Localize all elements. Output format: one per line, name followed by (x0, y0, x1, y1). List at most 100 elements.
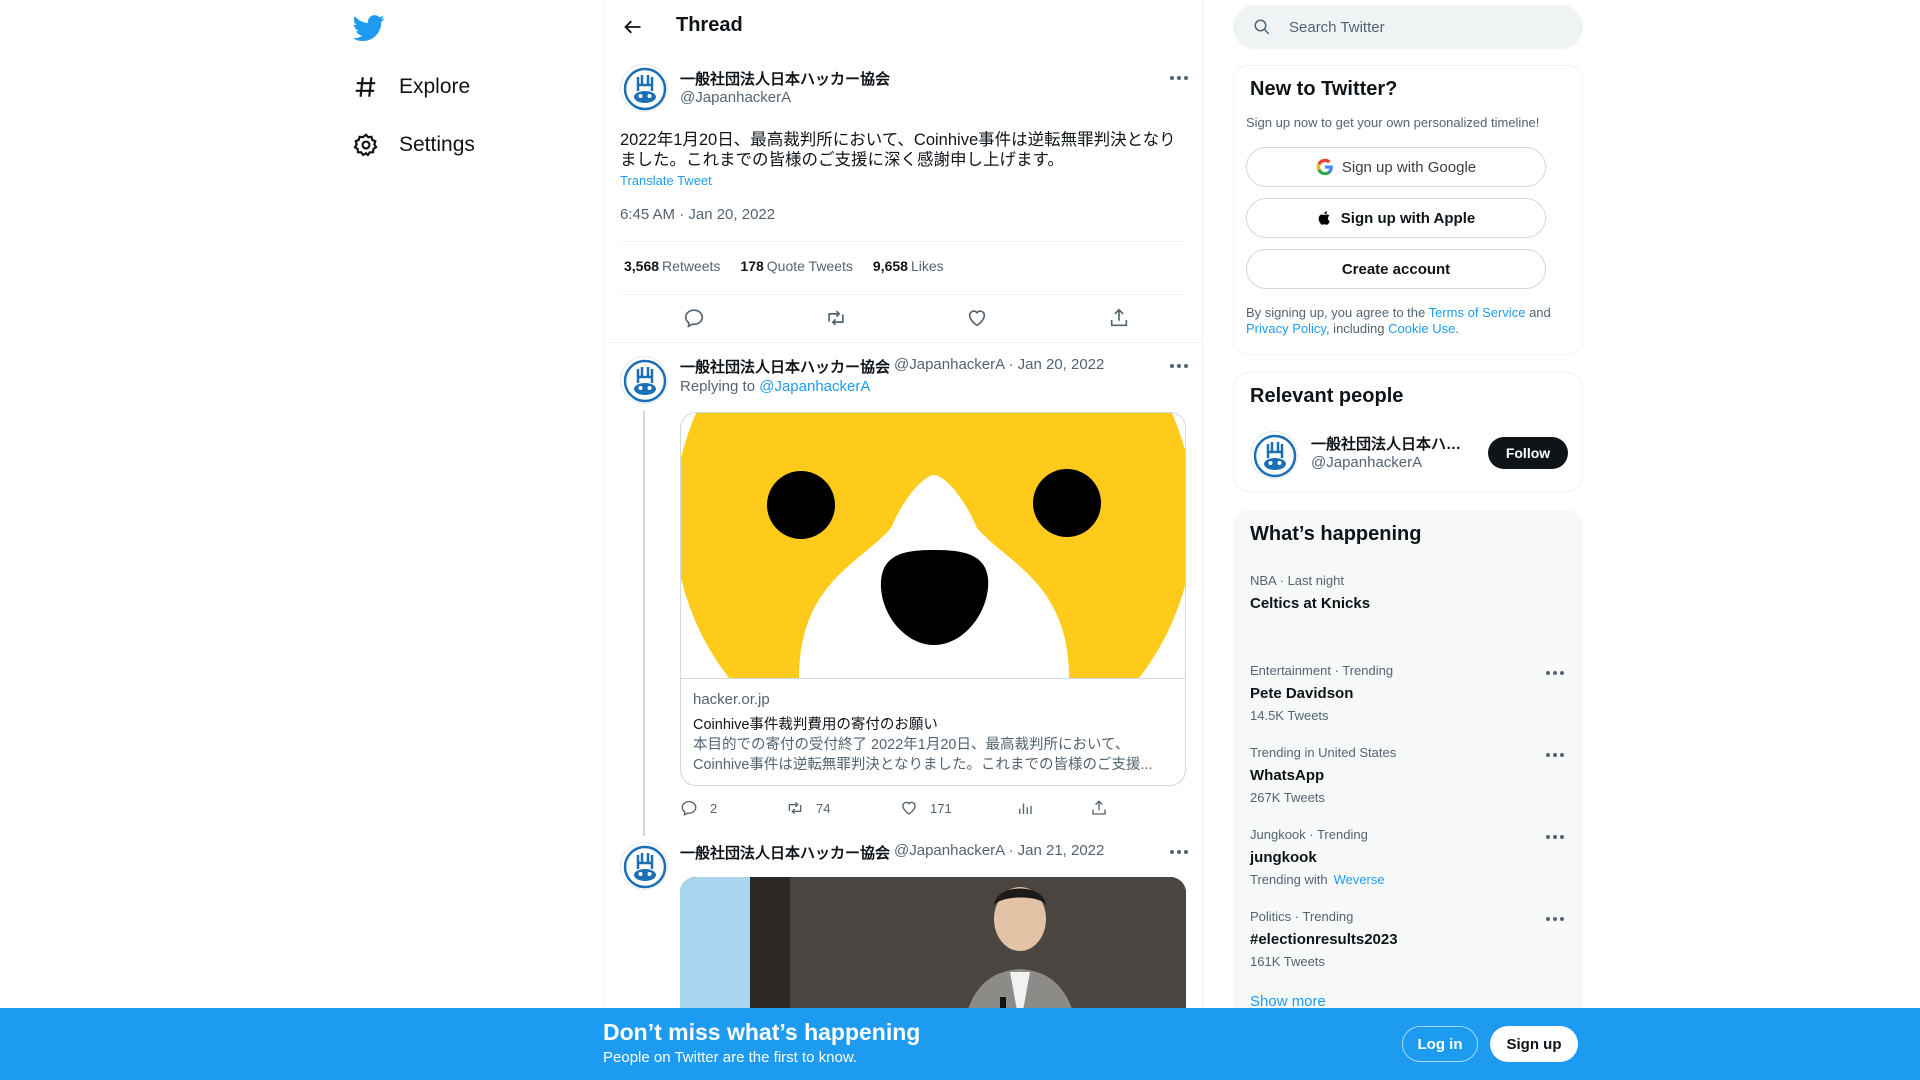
trend-item[interactable]: Trending in United States WhatsApp 267K … (1250, 745, 1570, 805)
divider (681, 678, 1185, 679)
google-icon (1316, 158, 1333, 176)
gear-icon (353, 133, 378, 157)
divider (620, 294, 1186, 295)
reply-button[interactable]: 2 (680, 798, 717, 818)
replying-to: Replying to @JapanhackerA (680, 378, 871, 395)
search-box[interactable] (1233, 5, 1583, 49)
tweet-timestamp[interactable]: 6:45 AM · Jan 20, 2022 (620, 206, 775, 223)
cookie-link[interactable]: Cookie Use (1388, 321, 1455, 336)
privacy-link[interactable]: Privacy Policy (1246, 321, 1326, 336)
reply-author-name[interactable]: 一般社団法人日本ハッカー協会 (680, 356, 890, 377)
like-heart-icon (902, 801, 916, 815)
trend-title: #electionresults2023 (1250, 931, 1398, 948)
trend-context: Politics · Trending (1250, 909, 1354, 924)
reply-count: 2 (710, 800, 718, 816)
nav-settings-label: Settings (399, 133, 475, 156)
analytics-icon[interactable] (1016, 798, 1046, 818)
avatar[interactable] (1250, 431, 1298, 479)
trend-title: Celtics at Knicks (1250, 595, 1371, 612)
nav-settings[interactable]: Settings (353, 125, 475, 165)
share-icon[interactable] (1107, 306, 1131, 330)
twitter-bird-icon[interactable] (352, 12, 385, 44)
share-icon[interactable] (1090, 798, 1120, 818)
hashtag-icon (355, 77, 376, 97)
more-options-icon[interactable] (1540, 663, 1570, 683)
like-button[interactable]: 171 (900, 798, 952, 818)
card-title: Coinhive事件裁判費用の寄付のお願い (693, 717, 938, 733)
retweet-count: 74 (816, 800, 831, 816)
quote-tweets-stat[interactable]: 178 Quote Tweets (740, 258, 853, 274)
search-icon (1254, 19, 1270, 35)
translate-tweet-link[interactable]: Translate Tweet (620, 173, 712, 188)
likes-stat[interactable]: 9,658 Likes (873, 258, 944, 274)
tweet-text: 2022年1月20日、最高裁判所において、Coinhive事件は逆転無罪判決とな… (620, 131, 1176, 169)
trend-item[interactable]: NBA · Last night Celtics at Knicks (1250, 573, 1570, 612)
trend-context: Entertainment · Trending (1250, 663, 1394, 678)
avatar[interactable] (620, 64, 668, 112)
divider (620, 241, 1186, 242)
thread-column: Thread 一般社団法人日本ハッカー協会 @JapanhackerA 2022… (603, 0, 1203, 1080)
more-options-icon[interactable] (1164, 68, 1194, 88)
trend-related-link[interactable]: Weverse (1334, 872, 1385, 887)
tweet-author-handle[interactable]: @JapanhackerA (680, 89, 791, 106)
divider (604, 342, 1202, 343)
trend-context: NBA · Last night (1250, 573, 1344, 588)
back-arrow-icon[interactable] (618, 12, 648, 42)
signup-banner: Don’t miss what’s happening People on Tw… (0, 1008, 1920, 1080)
trend-count: 267K Tweets (1250, 790, 1325, 805)
reply-icon[interactable] (682, 306, 706, 330)
whats-happening-panel: What’s happening NBA · Last night Celtic… (1233, 510, 1583, 1080)
whats-happening-title: What’s happening (1250, 523, 1422, 545)
terms-link[interactable]: Terms of Service (1429, 305, 1526, 320)
more-options-icon[interactable] (1164, 842, 1194, 862)
card-image (681, 413, 1185, 778)
person-handle[interactable]: @JapanhackerA (1311, 454, 1422, 471)
nav-explore-label: Explore (399, 75, 471, 98)
page-title: Thread (676, 14, 743, 36)
thread-header: Thread (604, 0, 1202, 53)
retweet-icon (788, 801, 802, 815)
trend-title: jungkook (1250, 849, 1317, 866)
retweet-icon[interactable] (824, 306, 848, 330)
reply-icon (681, 800, 697, 816)
signup-panel: New to Twitter? Sign up now to get your … (1233, 65, 1583, 355)
like-heart-icon[interactable] (965, 306, 989, 330)
more-options-icon[interactable] (1540, 909, 1570, 929)
avatar[interactable] (620, 356, 668, 404)
trend-title: WhatsApp (1250, 767, 1325, 784)
create-account-button[interactable]: Create account (1246, 249, 1546, 289)
banner-subtitle: People on Twitter are the first to know. (603, 1049, 858, 1066)
more-options-icon[interactable] (1540, 745, 1570, 765)
retweets-stat[interactable]: 3,568 Retweets (624, 258, 720, 274)
search-input[interactable] (1289, 5, 1569, 49)
person-name[interactable]: 一般社団法人日本ハッカー協会 (1311, 433, 1476, 454)
like-count: 171 (930, 800, 952, 816)
trend-item[interactable]: Entertainment · Trending Pete Davidson 1… (1250, 663, 1570, 723)
link-preview-card[interactable]: hacker.or.jp Coinhive事件裁判費用の寄付のお願い 本目的での… (680, 412, 1186, 786)
thread-connector-line (643, 411, 645, 836)
signup-legal-text: By signing up, you agree to the Terms of… (1246, 305, 1551, 336)
reply-meta[interactable]: @JapanhackerA · Jan 20, 2022 (894, 356, 1104, 373)
signup-button[interactable]: Sign up (1490, 1026, 1578, 1062)
signup-apple-button[interactable]: Sign up with Apple (1246, 198, 1546, 238)
trend-item[interactable]: Jungkook · Trending jungkook Trending wi… (1250, 827, 1570, 887)
trend-count: Trending with Weverse (1250, 872, 1385, 887)
retweet-button[interactable]: 74 (786, 798, 830, 818)
reply-author-name[interactable]: 一般社団法人日本ハッカー協会 (680, 842, 890, 863)
reply-meta[interactable]: @JapanhackerA · Jan 21, 2022 (894, 842, 1104, 859)
login-button[interactable]: Log in (1402, 1026, 1478, 1062)
nav-explore[interactable]: Explore (353, 67, 470, 107)
more-options-icon[interactable] (1540, 827, 1570, 847)
signup-title: New to Twitter? (1250, 78, 1398, 100)
signup-subtitle: Sign up now to get your own personalized… (1246, 115, 1540, 130)
more-options-icon[interactable] (1164, 356, 1194, 376)
trend-context: Jungkook · Trending (1250, 827, 1368, 842)
tweet-author-name[interactable]: 一般社団法人日本ハッカー協会 (680, 68, 890, 89)
replying-to-handle[interactable]: @JapanhackerA (759, 378, 870, 395)
trend-item[interactable]: Politics · Trending #electionresults2023… (1250, 909, 1570, 969)
tweet-stats: 3,568 Retweets 178 Quote Tweets 9,658 Likes (624, 258, 944, 274)
trend-title: Pete Davidson (1250, 685, 1354, 702)
avatar[interactable] (620, 842, 668, 890)
follow-button[interactable]: Follow (1488, 437, 1568, 469)
signup-google-button[interactable]: Sign up with Google (1246, 147, 1546, 187)
